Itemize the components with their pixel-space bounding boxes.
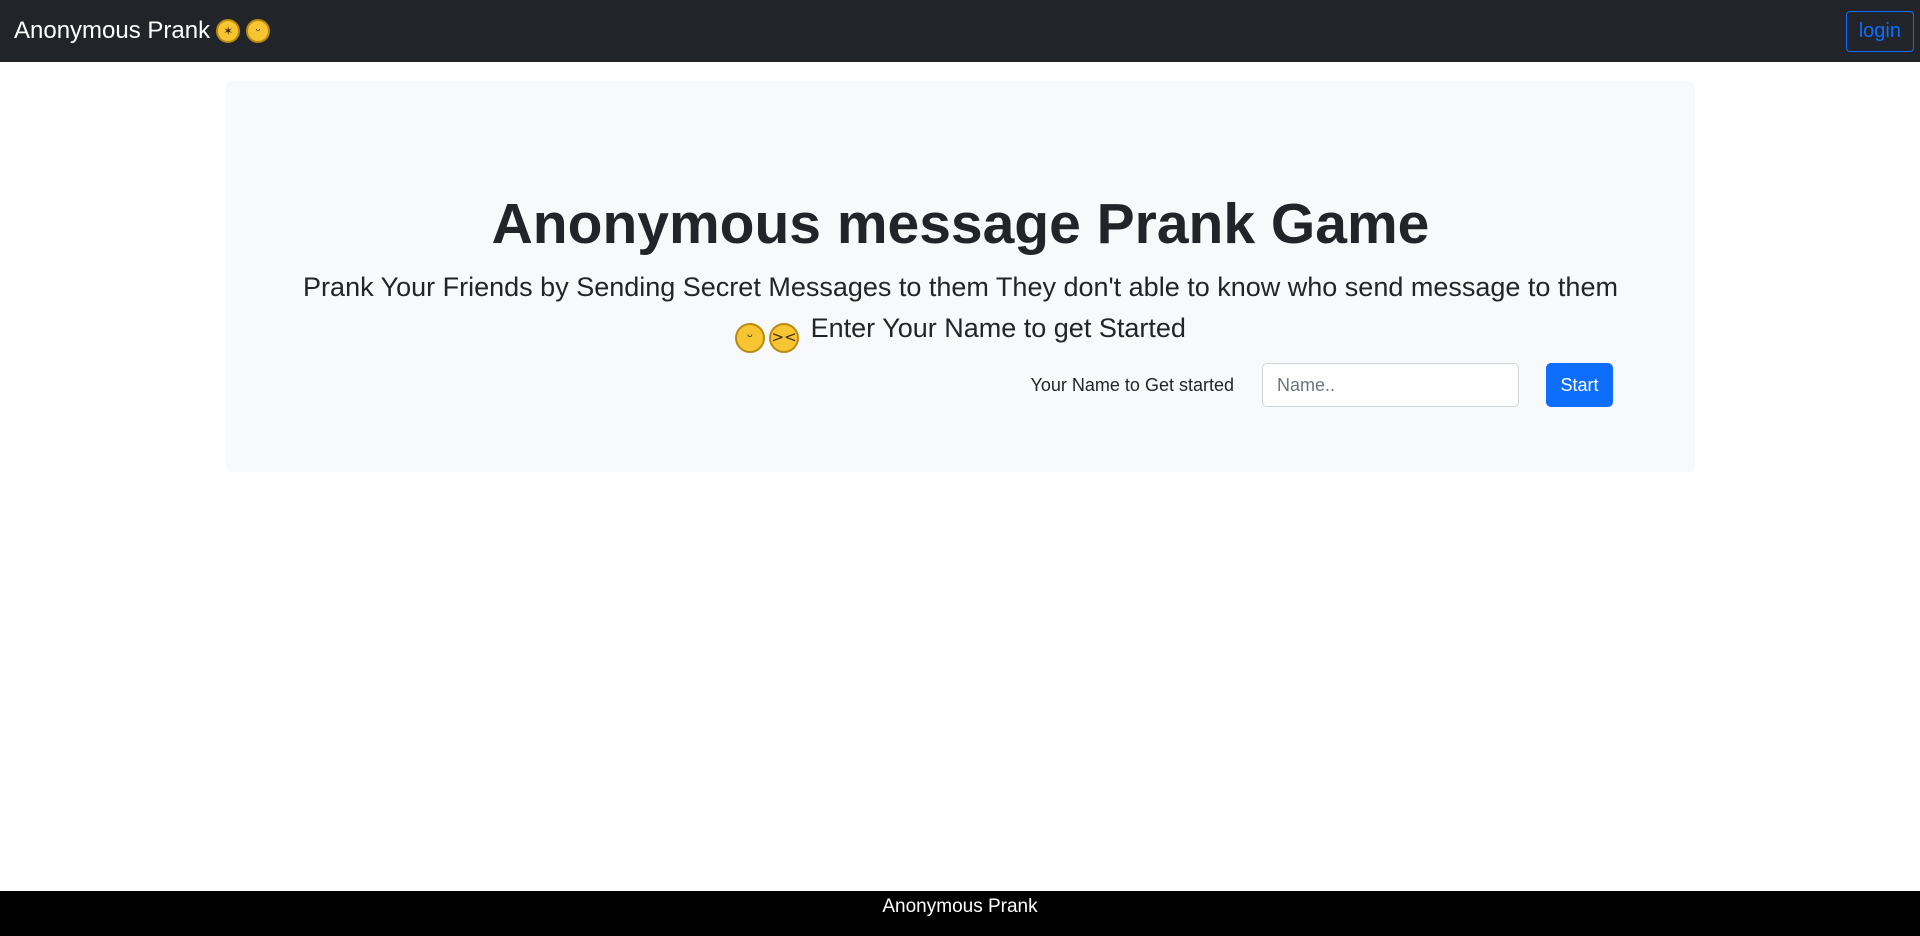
subtitle-cta-text: Enter Your Name to get Started — [810, 313, 1186, 343]
hero-subtitle: Prank Your Friends by Sending Secret Mes… — [296, 267, 1625, 353]
top-navbar: Anonymous Prank ✶ ᵕ login — [0, 0, 1920, 62]
name-form: Your Name to Get started Start — [1031, 363, 1613, 407]
page-title: Anonymous message Prank Game — [491, 192, 1430, 256]
name-input[interactable] — [1262, 363, 1519, 407]
name-label: Your Name to Get started — [1030, 374, 1234, 395]
rolling-laughing-emoji-icon: ✶ — [216, 19, 241, 43]
login-button[interactable]: login — [1845, 10, 1914, 52]
page-footer: Anonymous Prank — [0, 891, 1920, 936]
brand-link[interactable]: Anonymous Prank ✶ ᵕ — [14, 17, 271, 45]
start-button[interactable]: Start — [1546, 363, 1613, 407]
footer-text: Anonymous Prank — [882, 896, 1038, 917]
tears-of-joy-emoji-icon: ᵕ — [735, 322, 766, 353]
grinning-squinting-face-emoji-icon: >< — [769, 322, 800, 353]
hero-jumbotron: Anonymous message Prank Game Prank Your … — [226, 81, 1695, 472]
grinning-squinting-emoji-icon: ᵕ — [246, 19, 271, 43]
brand-name: Anonymous Prank — [14, 17, 211, 44]
subtitle-text: Prank Your Friends by Sending Secret Mes… — [303, 272, 1618, 302]
